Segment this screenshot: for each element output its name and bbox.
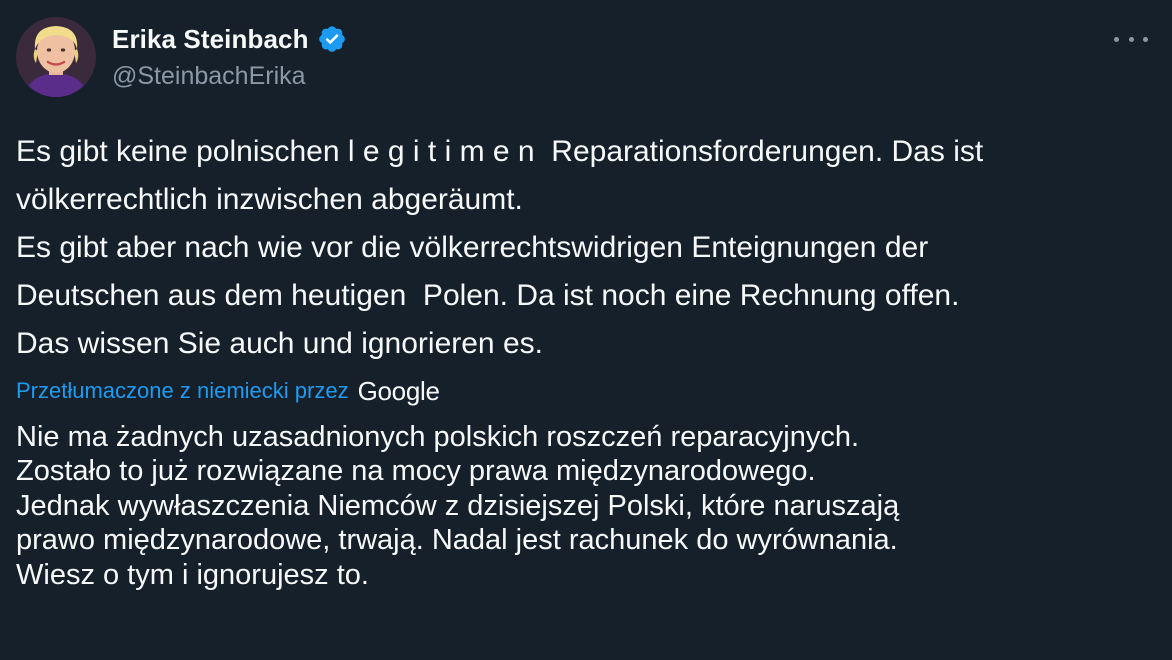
verified-badge-icon[interactable] [317, 24, 347, 54]
author-handle[interactable]: @SteinbachErika [112, 62, 306, 91]
tweet-text-line: Deutschen aus dem heutigen Polen. Da ist… [16, 279, 960, 312]
display-name[interactable]: Erika Steinbach [112, 24, 309, 55]
more-dot-icon [1114, 36, 1119, 42]
tweet-text: Es gibt keine polnischen l e g i t i m e… [16, 128, 1156, 368]
avatar[interactable] [16, 17, 96, 97]
translated-text-line: Zostało to już rozwiązane na mocy prawa … [16, 455, 816, 488]
more-options-button[interactable] [1114, 30, 1148, 48]
translated-text: Nie ma żadnych uzasadnionych polskich ro… [16, 420, 1156, 592]
translation-link[interactable]: Przetłumaczone z niemiecki przez [16, 378, 349, 404]
translated-text-line: Jednak wywłaszczenia Niemców z dzisiejsz… [16, 489, 900, 522]
translated-text-line: Wiesz o tym i ignorujesz to. [16, 558, 369, 591]
tweet-text-line: völkerrechtlich inzwischen abgeräumt. [16, 183, 523, 216]
translated-text-line: Nie ma żadnych uzasadnionych polskich ro… [16, 421, 860, 453]
tweet-text-line: Das wissen Sie auch und ignorieren es. [16, 327, 543, 360]
author-name-row: Erika Steinbach [112, 22, 347, 56]
translation-attribution: Przetłumaczone z niemiecki przez Google [16, 374, 440, 408]
more-dot-icon [1143, 36, 1148, 42]
more-dot-icon [1128, 36, 1134, 42]
tweet-text-line: Es gibt keine polnischen l e g i t i m e… [16, 135, 984, 168]
tweet-card: Erika Steinbach @SteinbachErika Es gibt … [0, 0, 1172, 660]
google-logo: Google [357, 375, 440, 406]
translated-text-line: prawo międzynarodowe, trwają. Nadal jest… [16, 524, 898, 557]
tweet-text-line: Es gibt aber nach wie vor die völkerrech… [16, 231, 929, 264]
